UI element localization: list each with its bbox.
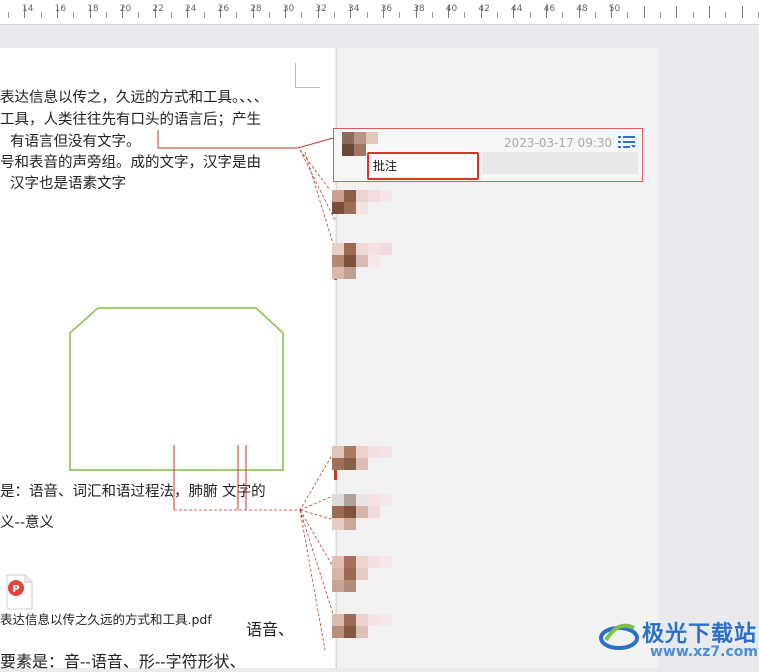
comment-connector-lines	[157, 130, 339, 651]
ruler-number: 26	[217, 4, 230, 14]
ruler-number: 48	[576, 4, 588, 14]
list-menu-icon[interactable]	[617, 134, 637, 150]
ruler-tick	[464, 12, 466, 18]
ruler-tick	[268, 12, 270, 18]
ruler-number: 40	[445, 4, 458, 14]
page-corner-mark	[295, 63, 320, 88]
ruler-tick	[692, 12, 694, 18]
ruler-tick	[301, 12, 303, 18]
ruler-number: 30	[282, 4, 295, 14]
ruler-tick	[138, 12, 140, 18]
ruler-tick	[660, 12, 661, 18]
ruler-number: 28	[250, 4, 262, 14]
ruler-number: 22	[152, 4, 164, 14]
ruler-tick	[708, 6, 710, 18]
ruler-tick	[562, 12, 564, 18]
ruler-number: 44	[511, 4, 523, 14]
ruler-tick	[105, 12, 107, 18]
ruler-tick	[643, 6, 645, 18]
ruler-number: 24	[185, 4, 197, 14]
ruler-number: 32	[315, 4, 327, 14]
ruler-number: 20	[119, 4, 132, 14]
ruler-tick	[431, 12, 433, 18]
ruler-tick	[741, 6, 743, 18]
ruler-tick	[8, 12, 9, 18]
ruler-tick	[171, 12, 172, 18]
pdf-file-icon[interactable]: P	[4, 574, 34, 610]
ruler-number: 16	[54, 4, 67, 14]
horizontal-ruler[interactable]: 14 16 18 20 22 24 26 28 30 32 34 36 38 40 42 44 46 48 50	[0, 0, 759, 25]
ruler-tick	[334, 12, 335, 18]
ruler-tick	[676, 6, 678, 18]
ruler-number: 46	[543, 4, 556, 14]
attachment-filename[interactable]: 表达信息以传之久远的方式和工具.pdf	[0, 609, 212, 628]
svg-text:P: P	[12, 584, 19, 595]
ruler-number: 42	[478, 4, 490, 14]
doc-line-3[interactable]: 有语言但没有文字。	[10, 130, 141, 151]
ruler-tick	[40, 12, 42, 18]
comment-input-extension[interactable]	[482, 152, 638, 174]
ruler-number: 38	[413, 4, 425, 14]
ruler-tick	[725, 12, 727, 18]
doc-line-5[interactable]: 汉字也是语素文字	[10, 172, 126, 193]
ruler-tick	[236, 12, 238, 18]
ruler-number: 14	[22, 4, 34, 14]
ruler-tick	[399, 12, 401, 18]
doc-line-1[interactable]: 表达信息以传之，久远的方式和工具。、、、	[0, 86, 268, 107]
ruler-tick	[627, 12, 629, 18]
ruler-tick	[497, 12, 498, 18]
doc-line-7[interactable]: 义--意义	[0, 511, 54, 532]
comment-input-text[interactable]: 批注	[373, 157, 397, 174]
watermark-logo	[599, 623, 639, 650]
ruler-number: 36	[380, 4, 393, 14]
ruler-tick	[594, 12, 596, 18]
ruler-number: 18	[87, 4, 99, 14]
ruler-tick	[529, 12, 531, 18]
ruler-number: 34	[348, 4, 360, 14]
ruler-number: 50	[608, 4, 621, 14]
ruler-tick	[73, 12, 75, 18]
watermark-url: www.xz7.com	[650, 644, 758, 660]
ruler-tick	[203, 12, 205, 18]
ruler-tick	[366, 12, 368, 18]
comment-date: 2023-03-17 09:30	[504, 136, 613, 150]
